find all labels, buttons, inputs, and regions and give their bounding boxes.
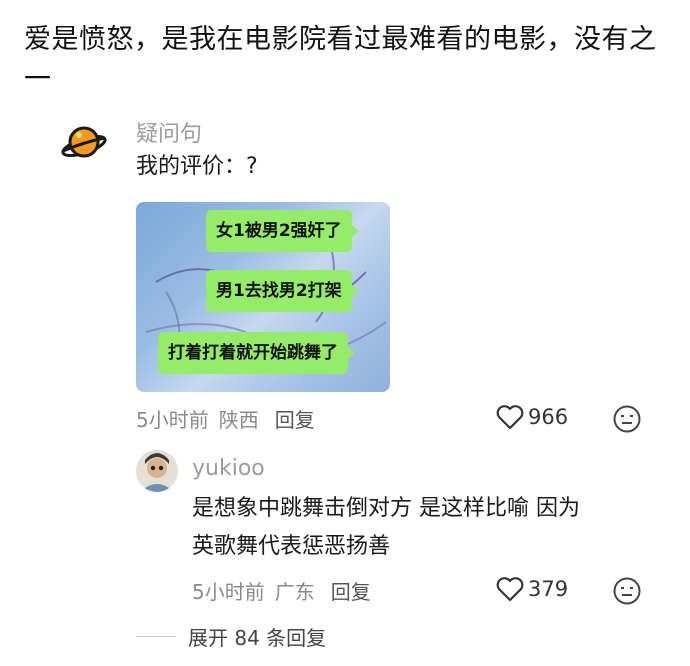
expand-replies-label: 展开 84 条回复 bbox=[188, 626, 327, 650]
planet-avatar-icon[interactable] bbox=[60, 118, 108, 166]
comment-2-like-count: 379 bbox=[528, 577, 569, 601]
comment-1-like-button[interactable]: 966 bbox=[496, 404, 568, 430]
comment-2-location: 广东 bbox=[274, 580, 315, 604]
chat-bubble-2: 男1去找男2打架 bbox=[206, 270, 359, 312]
expand-replies-button[interactable]: 展开 84 条回复 bbox=[136, 622, 326, 651]
chat-bubble-1: 女1被男2强奸了 bbox=[206, 210, 359, 252]
heart-icon bbox=[496, 405, 524, 430]
emoji-face-icon[interactable] bbox=[612, 576, 642, 606]
comment-2-meta: 5小时前 广东 回复 bbox=[192, 576, 381, 605]
heart-icon bbox=[496, 577, 524, 602]
username-1[interactable]: 疑问句 bbox=[136, 116, 202, 148]
comment-1-meta: 5小时前 陕西 回复 bbox=[136, 404, 325, 433]
username-2[interactable]: yukioo bbox=[192, 456, 265, 481]
comment-1-text: 我的评价：? bbox=[136, 154, 258, 179]
comment-2-text-line-2: 英歌舞代表惩恶扬善 bbox=[192, 534, 391, 559]
emoji-face-icon[interactable] bbox=[612, 404, 642, 434]
comment-2-like-button[interactable]: 379 bbox=[496, 576, 568, 602]
comment-2-reply-button[interactable]: 回复 bbox=[331, 580, 371, 604]
comment-1-reply-button[interactable]: 回复 bbox=[275, 408, 315, 432]
comment-2-time: 5小时前 bbox=[192, 580, 265, 604]
user-avatar-icon[interactable] bbox=[136, 450, 178, 492]
comment-1-like-count: 966 bbox=[528, 405, 569, 429]
comment-1-time: 5小时前 bbox=[136, 408, 209, 432]
post-text: 爱是愤怒，是我在电影院看过最难看的电影，没有之一 bbox=[24, 24, 657, 95]
divider-line bbox=[136, 636, 176, 637]
chat-bubble-3: 打着打着就开始跳舞了 bbox=[158, 332, 355, 374]
chat-screenshot-image[interactable]: 女1被男2强奸了 男1去找男2打架 打着打着就开始跳舞了 bbox=[136, 202, 390, 392]
comment-1-location: 陕西 bbox=[218, 408, 259, 432]
comment-2-text-line-1: 是想象中跳舞击倒对方 是这样比喻 因为 bbox=[192, 496, 580, 521]
